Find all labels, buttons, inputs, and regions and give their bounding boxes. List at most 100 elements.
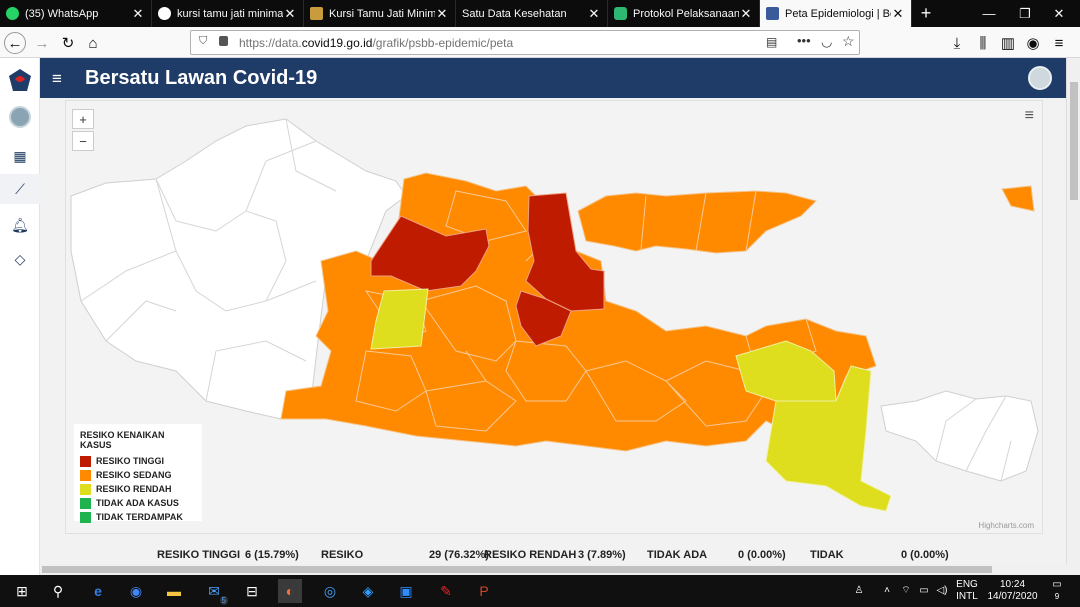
main-content: + − ≡ RESIKO KENAIKAN KASUS RESIKO TINGG…: [40, 98, 1066, 575]
chrome-icon[interactable]: ◉: [124, 579, 148, 603]
stat-rendah-value: 3 (7.89%): [578, 549, 626, 561]
powerpoint-icon[interactable]: P: [472, 579, 496, 603]
bookmark-star-icon[interactable]: ☆: [842, 33, 855, 50]
menu-icon[interactable]: ≡: [1048, 32, 1070, 54]
more-icon[interactable]: •••: [797, 33, 811, 48]
crown-icon: [310, 7, 323, 20]
tab-google-search[interactable]: kursi tamu jati minimalis ✕: [152, 0, 304, 27]
address-bar[interactable]: ⛉ https://data.covid19.go.id/grafik/psbb…: [190, 30, 860, 55]
app-header: ≡ Bersatu Lawan Covid-19: [40, 58, 1066, 98]
zoom-icon[interactable]: ▣: [394, 579, 418, 603]
reload-button[interactable]: ↻: [57, 32, 79, 54]
diamond-icon[interactable]: ◇: [0, 244, 40, 274]
forward-button[interactable]: →: [31, 32, 53, 54]
store-icon[interactable]: ⊟: [240, 579, 264, 603]
legend-item-tidak-ada-kasus[interactable]: TIDAK ADA KASUS: [80, 496, 196, 510]
tab-whatsapp[interactable]: (35) WhatsApp ✕: [0, 0, 152, 27]
garuda-logo-icon[interactable]: [0, 64, 40, 96]
stat-rendah-label: RESIKO RENDAH: [484, 549, 577, 561]
edge-icon[interactable]: e: [86, 579, 110, 603]
stat-tinggi-value: 6 (15.79%): [245, 549, 299, 561]
zoom-out-button[interactable]: −: [72, 131, 94, 151]
notification-count: 9: [1054, 592, 1060, 601]
tab-label: Satu Data Kesehatan: [462, 7, 567, 20]
tab-peta-epidemiologi[interactable]: Peta Epidemiologi | Bersa ✕: [760, 0, 912, 27]
avatar[interactable]: [0, 102, 40, 132]
firefox-icon[interactable]: ◐: [278, 579, 302, 603]
legend-item-sedang[interactable]: RESIKO SEDANG: [80, 468, 196, 482]
lock-icon[interactable]: [219, 36, 228, 46]
chevron-up-icon[interactable]: ˄: [880, 575, 894, 607]
mail-icon[interactable]: ✉ 5: [202, 579, 228, 605]
hamburger-icon[interactable]: ≡: [52, 69, 62, 89]
pocket-icon[interactable]: ◡: [821, 34, 832, 50]
sidebar-toggle-icon[interactable]: ▥: [997, 32, 1019, 54]
chart-line-icon[interactable]: ⟋: [0, 174, 40, 204]
wifi-icon[interactable]: ⌔: [898, 575, 914, 607]
vertical-scrollbar[interactable]: [1066, 58, 1080, 564]
map-icon[interactable]: ▦: [0, 141, 40, 171]
close-icon[interactable]: ✕: [587, 6, 601, 22]
acrobat-icon[interactable]: ✎: [434, 579, 458, 603]
account-icon[interactable]: ◉: [1022, 32, 1044, 54]
safari-icon[interactable]: ◈: [356, 579, 380, 603]
download-icon[interactable]: ⤓: [946, 32, 968, 54]
volume-icon[interactable]: ◁): [934, 575, 950, 607]
battery-icon[interactable]: ▭: [916, 575, 932, 607]
legend-label: TIDAK TERDAMPAK: [96, 512, 183, 522]
user-avatar[interactable]: [1028, 66, 1052, 90]
whatsapp-icon: [6, 7, 19, 20]
map-legend: RESIKO KENAIKAN KASUS RESIKO TINGGI RESI…: [74, 424, 202, 524]
bell-icon[interactable]: 🔔︎: [0, 210, 40, 240]
home-icon[interactable]: ⌂: [82, 32, 104, 54]
browser-navbar: ← → ↻ ⌂ ⛉ https://data.covid19.go.id/gra…: [0, 27, 1080, 58]
notification-icon[interactable]: ▭ 9: [1046, 575, 1068, 607]
legend-item-tinggi[interactable]: RESIKO TINGGI: [80, 454, 196, 468]
clock-date: 14/07/2020: [987, 591, 1038, 602]
legend-item-rendah[interactable]: RESIKO RENDAH: [80, 482, 196, 496]
search-icon[interactable]: ⚲: [46, 579, 70, 603]
legend-label: RESIKO SEDANG: [96, 470, 172, 480]
close-icon[interactable]: ✕: [283, 6, 297, 22]
close-icon[interactable]: ✕: [131, 6, 145, 22]
scroll-thumb[interactable]: [1070, 82, 1078, 200]
app-sidebar: ▦ ⟋ 🔔︎ ◇: [0, 58, 40, 575]
horizontal-scrollbar[interactable]: [40, 564, 1080, 575]
clock[interactable]: 10:24 14/07/2020: [985, 575, 1040, 607]
back-button[interactable]: ←: [4, 32, 26, 54]
legend-item-tidak-terdampak[interactable]: TIDAK TERDAMPAK: [80, 510, 196, 524]
legend-label: RESIKO RENDAH: [96, 484, 172, 494]
url-text: https://data.covid19.go.id/grafik/psbb-e…: [239, 35, 514, 50]
tab-protokol[interactable]: Protokol Pelaksanaan Lay ✕: [608, 0, 760, 27]
close-icon[interactable]: ✕: [891, 6, 905, 22]
province-map[interactable]: [66, 101, 1042, 533]
file-explorer-icon[interactable]: ▬: [162, 579, 186, 603]
shield-icon[interactable]: ⛉: [199, 35, 207, 48]
clock-time: 10:24: [999, 579, 1026, 590]
browser-tab-strip: (35) WhatsApp ✕ kursi tamu jati minimali…: [0, 0, 1080, 27]
legend-swatch: [80, 497, 91, 509]
map-panel: + − ≡ RESIKO KENAIKAN KASUS RESIKO TINGG…: [65, 100, 1043, 534]
stat-tidak-label: TIDAK: [810, 549, 844, 561]
new-tab-button[interactable]: +: [912, 0, 940, 27]
close-icon[interactable]: ✕: [435, 6, 449, 22]
garuda-icon: [766, 7, 779, 20]
highcharts-credits[interactable]: Highcharts.com: [978, 521, 1034, 530]
close-icon[interactable]: ✕: [739, 6, 753, 22]
people-icon[interactable]: ♙: [848, 575, 870, 607]
legend-swatch: [80, 511, 91, 523]
page-title: Bersatu Lawan Covid-19: [85, 67, 318, 89]
magnifier-app-icon[interactable]: ◎: [318, 579, 342, 603]
zoom-in-button[interactable]: +: [72, 109, 94, 129]
tab-kursi-tamu[interactable]: Kursi Tamu Jati Minimalis ✕: [304, 0, 456, 27]
scroll-thumb[interactable]: [42, 566, 992, 573]
chart-menu-icon[interactable]: ≡: [1025, 107, 1034, 125]
language-indicator[interactable]: ENG INTL: [952, 575, 982, 607]
library-icon[interactable]: ⫼: [972, 32, 994, 54]
tab-satu-data[interactable]: Satu Data Kesehatan ✕: [456, 0, 608, 27]
legend-swatch: [80, 455, 91, 467]
stat-tidak-value: 0 (0.00%): [901, 549, 949, 561]
window-close-button[interactable]: ✕: [1036, 0, 1080, 27]
reader-view-icon[interactable]: ▤: [766, 35, 777, 49]
windows-start-icon[interactable]: ⊞: [10, 579, 34, 603]
